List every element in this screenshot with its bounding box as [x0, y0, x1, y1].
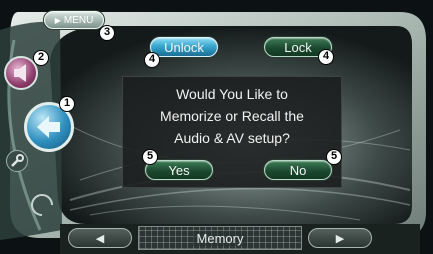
dialog-line: Memorize or Recall the	[160, 108, 304, 124]
callout-marker: 4	[144, 52, 160, 68]
memory-label: Memory	[192, 230, 248, 246]
left-arrow-icon: ◀	[95, 232, 105, 245]
right-arrow-icon: ▶	[335, 232, 345, 245]
callout-marker: 2	[33, 50, 49, 66]
dialog-line: Audio & AV setup?	[174, 130, 290, 146]
callout-marker: 4	[318, 49, 334, 65]
lock-label: Lock	[284, 39, 312, 55]
wrench-icon	[11, 154, 24, 167]
unlock-button[interactable]: Unlock	[150, 37, 218, 57]
unlock-label: Unlock	[164, 39, 204, 55]
dialog-line: Would You Like to	[176, 86, 288, 102]
settings-button[interactable]	[6, 150, 28, 172]
next-button[interactable]: ▶	[308, 228, 372, 248]
play-icon: ▶	[54, 15, 61, 25]
menu-button[interactable]: ▶ MENU	[44, 11, 104, 29]
menu-label: MENU	[63, 14, 94, 26]
screen: ▶ MENU 3 2 1 Unlock 4 Lock 4 Would You L…	[0, 0, 433, 254]
prev-button[interactable]: ◀	[68, 228, 132, 248]
memory-bar: Memory	[138, 226, 302, 250]
callout-marker: 5	[142, 149, 158, 165]
dialog-message: Would You Like to Memorize or Recall the…	[123, 83, 341, 149]
callout-marker: 1	[59, 96, 75, 112]
no-label: No	[289, 162, 307, 178]
callout-marker: 3	[99, 25, 115, 41]
no-button[interactable]: No	[264, 160, 332, 180]
callout-marker: 5	[326, 149, 342, 165]
yes-label: Yes	[168, 162, 190, 178]
source-icon	[14, 64, 26, 82]
